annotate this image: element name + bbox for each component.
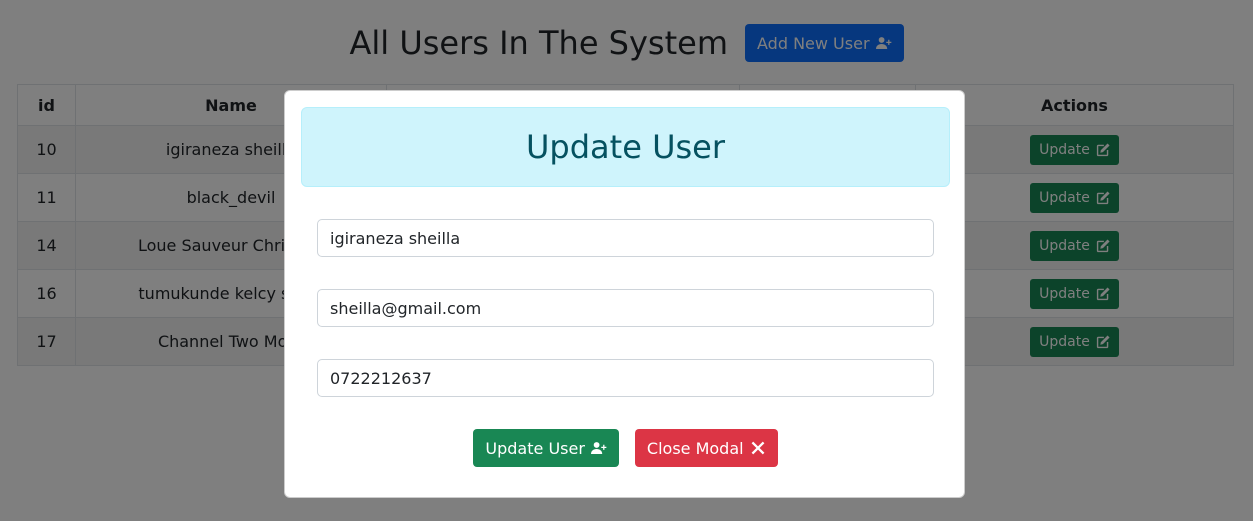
modal-header: Update User xyxy=(301,107,950,187)
name-input[interactable] xyxy=(317,219,934,257)
close-modal-button[interactable]: Close Modal xyxy=(634,429,778,467)
email-input[interactable] xyxy=(317,289,934,327)
modal-title: Update User xyxy=(526,128,725,166)
users-page: All Users In The System Add New User id … xyxy=(0,0,1253,521)
update-user-modal: Update User Update User Close Modal xyxy=(284,90,965,498)
update-user-button[interactable]: Update User xyxy=(473,429,619,467)
close-icon xyxy=(750,440,766,456)
phone-input[interactable] xyxy=(317,359,934,397)
user-plus-icon xyxy=(590,440,607,456)
update-user-label: Update User xyxy=(485,438,585,458)
modal-actions: Update User Close Modal xyxy=(285,429,966,467)
close-modal-label: Close Modal xyxy=(646,438,744,458)
